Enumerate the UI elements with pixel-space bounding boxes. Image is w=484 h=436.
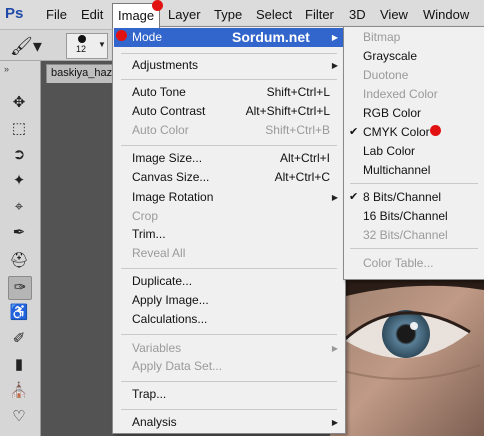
red-marker-dot (116, 30, 127, 41)
blur-tool-icon[interactable]: ♡ (8, 406, 30, 428)
mode-item-indexed-color[interactable]: Indexed Color (345, 85, 483, 104)
brush-preset-icon[interactable]: 🖌▾ (10, 36, 50, 56)
lasso-tool-icon[interactable]: ➲ (8, 144, 30, 166)
brush-tip-dot-icon (78, 35, 86, 43)
mode-item-bitmap[interactable]: Bitmap (345, 28, 483, 47)
document-tab-title: baskiya_haz (51, 67, 113, 79)
menu-item-trap[interactable]: Trap... (114, 385, 344, 404)
menu-item-duplicate[interactable]: Duplicate... (114, 272, 344, 291)
red-marker-dot (430, 125, 441, 136)
image-menu-dropdown: Mode ▶ Adjustments ▶ Auto Tone Shift+Ctrl+L… (112, 26, 346, 434)
eyedropper-tool-icon[interactable]: ✒ (8, 222, 30, 244)
mode-item-multichannel[interactable]: Multichannel (345, 161, 483, 180)
marquee-tool-icon[interactable]: ⬚ (8, 118, 30, 140)
menu-item-image-size[interactable]: Image Size... Alt+Ctrl+I (114, 149, 344, 168)
menu-item-variables[interactable]: Variables ▶ (114, 339, 344, 358)
menu-item-trim[interactable]: Trim... (114, 225, 344, 244)
watermark-text: Sordum.net (232, 29, 310, 45)
mode-item-rgb-color[interactable]: RGB Color (345, 104, 483, 123)
menu-edit[interactable]: Edit (81, 7, 103, 23)
menu-item-apply-data-set[interactable]: Apply Data Set... (114, 357, 344, 376)
menu-item-analysis[interactable]: Analysis ▶ (114, 413, 344, 432)
menu-file[interactable]: File (46, 7, 67, 23)
menu-image-label: Image (118, 8, 155, 23)
mode-item-cmyk-color[interactable]: ✔ CMYK Color (345, 123, 483, 142)
mode-submenu: Bitmap Grayscale Duotone Indexed Color R… (343, 26, 484, 280)
clone-stamp-tool-icon[interactable]: ♿ (8, 302, 30, 324)
menu-view[interactable]: View (380, 7, 408, 23)
mode-item-color-table[interactable]: Color Table... (345, 254, 483, 273)
submenu-arrow-icon: ▶ (331, 418, 338, 427)
menu-select[interactable]: Select (256, 7, 292, 23)
menu-item-adjustments[interactable]: Adjustments ▶ (114, 56, 344, 75)
photoshop-logo: Ps (5, 5, 24, 22)
healing-brush-tool-icon[interactable]: ⛑ (8, 250, 30, 272)
submenu-arrow-icon: ▶ (331, 33, 338, 42)
submenu-arrow-icon: ▶ (331, 193, 338, 202)
brush-size-value: 12 (76, 44, 87, 54)
menu-item-auto-tone[interactable]: Auto Tone Shift+Ctrl+L (114, 83, 344, 102)
menu-type[interactable]: Type (214, 7, 242, 23)
magic-wand-tool-icon[interactable]: ✦ (8, 170, 30, 192)
mode-item-32-bits[interactable]: 32 Bits/Channel (345, 226, 483, 245)
red-marker-dot (152, 0, 163, 11)
move-tool-icon[interactable]: ✥ (8, 92, 30, 114)
mode-item-lab-color[interactable]: Lab Color (345, 142, 483, 161)
mode-item-duotone[interactable]: Duotone (345, 66, 483, 85)
menu-item-reveal-all[interactable]: Reveal All (114, 244, 344, 263)
menu-item-image-rotation[interactable]: Image Rotation ▶ (114, 188, 344, 207)
eraser-tool-icon[interactable]: ▮ (8, 354, 30, 376)
menu-3d[interactable]: 3D (349, 7, 366, 23)
checkmark-icon: ✔ (349, 126, 359, 138)
canvas-image (330, 270, 484, 436)
mode-item-16-bits[interactable]: 16 Bits/Channel (345, 207, 483, 226)
checkmark-icon: ✔ (349, 191, 359, 203)
menu-item-canvas-size[interactable]: Canvas Size... Alt+Ctrl+C (114, 168, 344, 187)
document-tab[interactable]: baskiya_haz (46, 64, 114, 83)
paint-bucket-tool-icon[interactable]: ⛪ (8, 380, 30, 402)
mode-item-grayscale[interactable]: Grayscale (345, 47, 483, 66)
menu-filter[interactable]: Filter (305, 7, 334, 23)
submenu-arrow-icon: ▶ (331, 344, 338, 353)
menu-item-auto-contrast[interactable]: Auto Contrast Alt+Shift+Ctrl+L (114, 102, 344, 121)
crop-tool-icon[interactable]: ⌖ (8, 196, 30, 218)
collapse-arrows-icon[interactable]: » (4, 64, 9, 74)
menu-layer[interactable]: Layer (168, 7, 201, 23)
menu-item-crop[interactable]: Crop (114, 207, 344, 226)
brush-tool-icon[interactable]: ✑ (8, 276, 32, 300)
mode-item-8-bits[interactable]: ✔ 8 Bits/Channel (345, 188, 483, 207)
submenu-arrow-icon: ▶ (331, 61, 338, 70)
chevron-down-icon[interactable]: ▼ (98, 40, 106, 49)
history-brush-tool-icon[interactable]: ✐ (8, 328, 30, 350)
menu-item-auto-color[interactable]: Auto Color Shift+Ctrl+B (114, 121, 344, 140)
menu-item-apply-image[interactable]: Apply Image... (114, 291, 344, 310)
menu-item-calculations[interactable]: Calculations... (114, 310, 344, 329)
menu-window[interactable]: Window (423, 7, 469, 23)
